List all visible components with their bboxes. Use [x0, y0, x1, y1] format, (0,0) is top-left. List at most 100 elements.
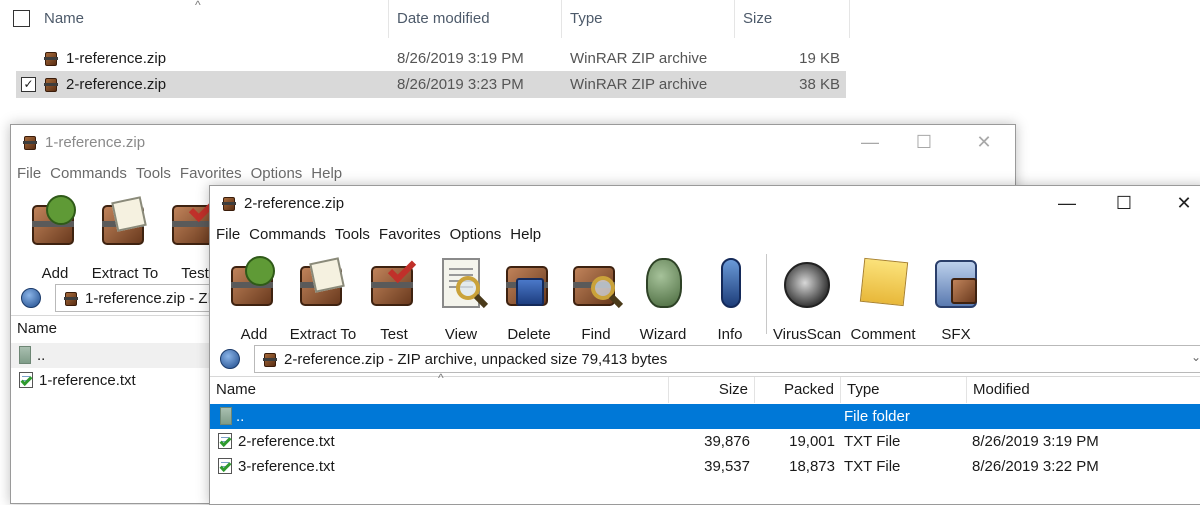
zip-archive-icon [42, 49, 60, 67]
column-modified[interactable]: Modified [966, 377, 1200, 403]
add-icon [28, 195, 82, 249]
column-size[interactable]: Size [668, 377, 754, 403]
find-icon [569, 256, 624, 310]
file-date: 8/26/2019 3:19 PM [397, 50, 524, 67]
toolbar: Add Extract To Test View Delete Find Wiz… [210, 248, 1200, 343]
wizard-icon [636, 256, 690, 310]
close-button[interactable]: ✕ [1161, 186, 1200, 222]
column-name[interactable]: Name [11, 316, 211, 342]
minimize-button[interactable]: — [847, 125, 893, 161]
list-item[interactable]: 3-reference.txt 39,537 18,873 TXT File 8… [210, 454, 1200, 479]
explorer-file-list: ^ Name Date modified Type Size 1-referen… [0, 0, 1200, 125]
test-icon [367, 254, 421, 310]
list-item[interactable]: 2-reference.txt 39,876 19,001 TXT File 8… [210, 429, 1200, 454]
tool-label: SFX [941, 326, 971, 343]
text-file-icon [216, 457, 234, 475]
maximize-button[interactable]: ☐ [901, 125, 947, 161]
menu-help[interactable]: Help [504, 222, 544, 243]
item-name: 2-reference.txt [238, 433, 335, 450]
column-type[interactable]: Type [561, 0, 734, 38]
file-type: WinRAR ZIP archive [570, 76, 708, 93]
explorer-column-header: ^ Name Date modified Type Size [0, 0, 850, 38]
row-checkbox[interactable]: ✓ [21, 77, 36, 92]
file-date: 8/26/2019 3:23 PM [397, 76, 524, 93]
item-packed: 19,001 [789, 433, 835, 450]
info-button[interactable]: Info [694, 254, 766, 343]
comment-icon [856, 256, 910, 310]
info-icon [703, 256, 757, 310]
file-name: 1-reference.zip [66, 50, 167, 67]
item-name: .. [236, 408, 245, 425]
item-packed: 18,873 [789, 458, 835, 475]
sort-arrow-icon: ^ [438, 371, 444, 385]
toolbar-separator [766, 254, 767, 334]
winrar-icon [21, 133, 39, 151]
list-item-parent[interactable]: .. File folder [210, 404, 1200, 429]
menu-tools[interactable]: Tools [329, 222, 373, 243]
window-title: 1-reference.zip [45, 134, 146, 151]
item-type: TXT File [844, 433, 901, 450]
menu-file[interactable]: File [210, 222, 243, 243]
extract-to-icon [296, 256, 350, 310]
text-file-icon [216, 432, 234, 450]
chevron-down-icon[interactable]: ⌄ [1191, 350, 1200, 364]
item-name: 3-reference.txt [238, 458, 335, 475]
column-date-modified[interactable]: Date modified [388, 0, 561, 38]
file-list: Name ^ Size Packed Type Modified .. File… [210, 371, 1200, 504]
file-size: 38 KB [799, 76, 840, 93]
menu-favorites[interactable]: Favorites [174, 161, 245, 182]
menu-options[interactable]: Options [444, 222, 505, 243]
menu-tools[interactable]: Tools [130, 161, 174, 182]
item-name: 1-reference.txt [39, 372, 136, 389]
column-packed[interactable]: Packed [754, 377, 840, 403]
winrar-window-2[interactable]: 2-reference.zip — ☐ ✕ File Commands Tools F… [209, 185, 1200, 505]
virusscan-icon [780, 256, 834, 310]
winrar-icon [220, 194, 238, 212]
column-type[interactable]: Type [840, 377, 966, 403]
item-size: 39,876 [704, 433, 750, 450]
maximize-button[interactable]: ☐ [1101, 186, 1147, 222]
file-type: WinRAR ZIP archive [570, 50, 708, 67]
zip-archive-icon [62, 289, 80, 307]
view-icon [434, 256, 489, 310]
minimize-button[interactable]: — [1044, 186, 1090, 222]
archive-path-field[interactable]: 2-reference.zip - ZIP archive, unpacked … [254, 345, 1200, 373]
delete-icon [502, 256, 556, 310]
column-name[interactable]: Name [36, 0, 388, 38]
up-folder-icon[interactable] [220, 349, 240, 369]
folder-up-icon [220, 407, 232, 425]
address-bar: 2-reference.zip - ZIP archive, unpacked … [210, 342, 1200, 376]
up-folder-icon[interactable] [21, 288, 41, 308]
select-all-checkbox[interactable] [13, 10, 30, 27]
column-size[interactable]: Size [734, 0, 850, 38]
sfx-icon [929, 256, 983, 310]
menu-favorites[interactable]: Favorites [373, 222, 444, 243]
close-button[interactable]: ✕ [961, 125, 1007, 161]
file-name: 2-reference.zip [66, 76, 167, 93]
menu-commands[interactable]: Commands [44, 161, 130, 182]
item-size: 39,537 [704, 458, 750, 475]
zip-archive-icon [261, 350, 279, 368]
sfx-button[interactable]: SFX [920, 254, 992, 343]
menu-options[interactable]: Options [245, 161, 306, 182]
file-size: 19 KB [799, 50, 840, 67]
comment-button[interactable]: Comment [847, 254, 919, 343]
virusscan-button[interactable]: VirusScan [771, 254, 843, 343]
menu-file[interactable]: File [11, 161, 44, 182]
zip-archive-icon [42, 75, 60, 93]
extract-to-icon [98, 195, 152, 249]
file-row-selected[interactable]: ✓ 2-reference.zip 8/26/2019 3:23 PM WinR… [16, 71, 846, 98]
folder-up-icon [19, 346, 31, 364]
archive-path-text: 2-reference.zip - ZIP archive, unpacked … [284, 351, 668, 368]
menu-commands[interactable]: Commands [243, 222, 329, 243]
title-bar[interactable]: 1-reference.zip — ☐ ✕ [11, 125, 1015, 161]
menu-bar: File Commands Tools Favorites Options Help [210, 222, 1200, 248]
item-modified: 8/26/2019 3:19 PM [972, 433, 1099, 450]
file-row[interactable]: 1-reference.zip 8/26/2019 3:19 PM WinRAR… [16, 45, 846, 72]
title-bar[interactable]: 2-reference.zip — ☐ ✕ [210, 186, 1200, 222]
item-type: TXT File [844, 458, 901, 475]
add-icon [227, 256, 281, 310]
text-file-icon [17, 371, 35, 389]
menu-help[interactable]: Help [305, 161, 345, 182]
item-name: .. [37, 347, 46, 364]
